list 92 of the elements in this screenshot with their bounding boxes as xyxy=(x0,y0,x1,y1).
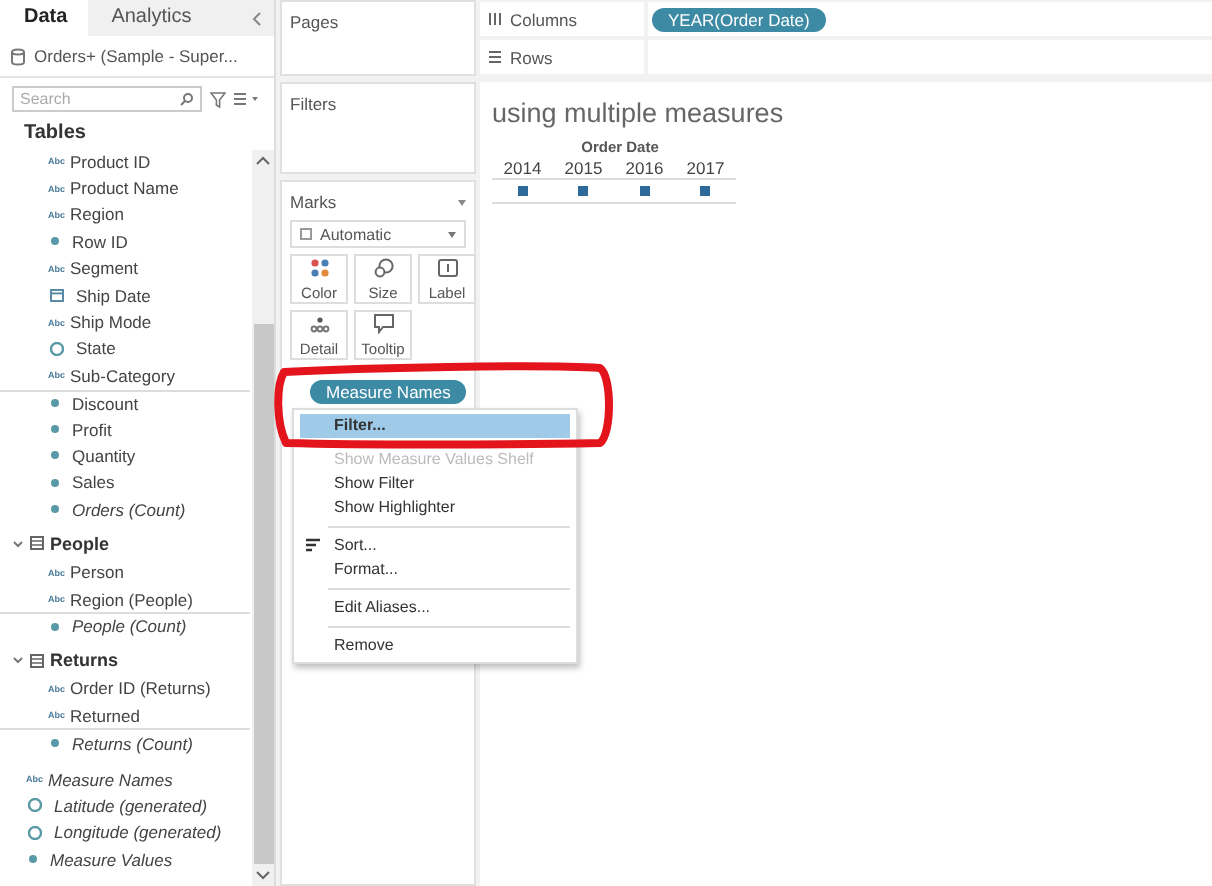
field-name[interactable]: Product ID xyxy=(70,151,151,172)
database-icon xyxy=(10,47,28,65)
caret-icon[interactable] xyxy=(12,537,24,550)
field-name[interactable]: Longitude (generated) xyxy=(54,822,222,843)
speech-bubble-icon xyxy=(373,313,393,333)
card-title: Marks xyxy=(290,192,337,212)
rows-icon xyxy=(488,50,502,64)
circles-icon xyxy=(373,257,393,277)
panel-tab[interactable]: Analytics xyxy=(87,0,212,36)
number-type-icon xyxy=(50,477,60,488)
data-source-name[interactable]: Orders+ (Sample - Super... xyxy=(34,46,238,66)
field-name[interactable]: Row ID xyxy=(72,231,128,252)
year-header: 2016 xyxy=(625,157,664,177)
shelf-card[interactable]: Filters xyxy=(280,82,476,174)
shelf-card[interactable]: Pages xyxy=(280,0,476,76)
field-name[interactable]: Returned xyxy=(70,705,140,726)
field-name[interactable]: Discount xyxy=(72,393,139,414)
square-mark xyxy=(578,186,589,196)
field-name[interactable]: Measure Values xyxy=(50,849,173,870)
table-heading[interactable]: Tables xyxy=(24,122,86,144)
number-type-icon xyxy=(50,504,60,515)
globe-icon xyxy=(50,341,64,356)
menu-item[interactable]: Show Highlighter xyxy=(300,496,570,520)
number-type-icon xyxy=(50,398,60,409)
text-box-icon xyxy=(437,257,457,277)
shelf-drop-area[interactable]: YEAR(Order Date) xyxy=(648,2,1212,36)
square-icon xyxy=(300,228,312,240)
menu-item[interactable]: Remove xyxy=(300,634,570,658)
number-type-icon xyxy=(50,738,60,749)
search-field[interactable]: Search xyxy=(12,86,202,112)
field-name[interactable]: Region xyxy=(70,204,124,225)
dots-icon xyxy=(309,313,329,333)
number-type-icon xyxy=(28,854,38,865)
dropdown-icon xyxy=(448,231,456,237)
menu-item[interactable]: Show Filter xyxy=(300,472,570,496)
field-name[interactable]: Product Name xyxy=(70,178,179,199)
sheet-title: using multiple measures xyxy=(492,98,786,128)
view-options-icon[interactable] xyxy=(234,92,260,106)
shelf-label: Columns xyxy=(510,9,578,29)
field-name[interactable]: Sales xyxy=(72,472,115,493)
field-name[interactable]: Region (People) xyxy=(70,589,193,610)
menu-item[interactable]: Format... xyxy=(300,558,570,582)
search-icon xyxy=(180,92,194,106)
year-header: 2015 xyxy=(564,157,603,177)
table-heading[interactable]: People xyxy=(50,533,110,554)
card-title: Filters xyxy=(290,94,337,114)
field-name[interactable]: Ship Mode xyxy=(70,312,152,333)
field-name[interactable]: Order ID (Returns) xyxy=(70,678,211,699)
field-name[interactable]: People (Count) xyxy=(72,616,187,637)
field-name[interactable]: Latitude (generated) xyxy=(54,795,208,816)
year-header: 2014 xyxy=(503,157,542,177)
year-header: 2017 xyxy=(686,157,725,177)
number-type-icon xyxy=(50,424,60,435)
menu-item[interactable]: Edit Aliases... xyxy=(300,596,570,620)
field-name[interactable]: Profit xyxy=(72,419,112,440)
dropdown-icon[interactable] xyxy=(458,199,466,205)
table-heading[interactable]: Returns xyxy=(50,650,119,671)
square-mark xyxy=(517,186,528,196)
calendar-icon xyxy=(50,288,64,303)
scrollbar-thumb[interactable] xyxy=(253,324,273,864)
field-name[interactable]: Segment xyxy=(70,258,139,279)
square-mark xyxy=(700,186,711,196)
card-title: Pages xyxy=(290,12,339,32)
menu-item[interactable]: Sort... xyxy=(300,534,570,558)
square-mark xyxy=(639,186,650,196)
field-name[interactable]: Measure Names xyxy=(48,769,173,789)
filter-icon[interactable] xyxy=(210,91,226,107)
columns-icon xyxy=(488,12,502,26)
menu-item[interactable]: Filter... xyxy=(300,414,570,438)
number-type-icon xyxy=(50,450,60,461)
number-type-icon xyxy=(50,621,60,632)
field-name[interactable]: Person xyxy=(70,562,124,583)
field-name[interactable]: Ship Date xyxy=(76,285,151,306)
sort-icon xyxy=(306,538,320,552)
panel-tab[interactable]: Data xyxy=(0,0,88,36)
collapse-icon[interactable] xyxy=(252,11,262,25)
shelf-label: Rows xyxy=(510,47,553,67)
table-icon xyxy=(30,653,44,668)
scroll-up-icon[interactable] xyxy=(256,156,270,166)
mark-type-dropdown[interactable]: Automatic xyxy=(290,220,466,248)
caret-icon[interactable] xyxy=(12,654,24,667)
field-name[interactable]: Sub-Category xyxy=(70,365,175,386)
field-pill[interactable]: Measure Names xyxy=(310,380,467,404)
table-icon xyxy=(30,536,44,551)
field-name[interactable]: Quantity xyxy=(72,445,136,466)
number-type-icon xyxy=(50,236,60,247)
field-pill[interactable]: YEAR(Order Date) xyxy=(652,7,826,31)
field-name[interactable]: State xyxy=(76,338,116,359)
field-name[interactable]: Orders (Count) xyxy=(72,499,186,520)
color-dots-icon xyxy=(309,257,329,277)
scroll-down-icon[interactable] xyxy=(256,870,270,880)
field-name[interactable]: Returns (Count) xyxy=(72,733,193,754)
